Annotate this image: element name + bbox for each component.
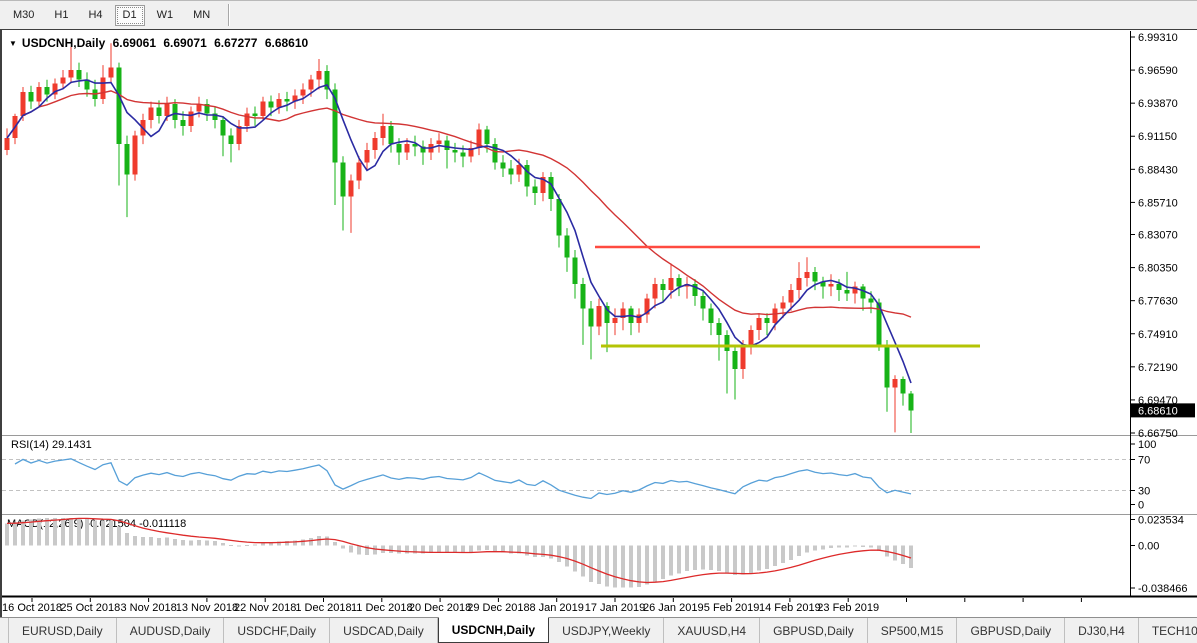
timeframe-w1-button[interactable]: W1 xyxy=(149,5,182,26)
chart-title: ▼ USDCNH,Daily 6.69061 6.69071 6.67277 6.… xyxy=(9,36,312,50)
tab-usdcad-daily[interactable]: USDCAD,Daily xyxy=(330,618,438,643)
svg-text:3 Nov 2018: 3 Nov 2018 xyxy=(120,602,176,614)
open-value: 6.69061 xyxy=(113,36,156,50)
svg-text:6.91150: 6.91150 xyxy=(1138,131,1177,143)
svg-text:70: 70 xyxy=(1138,455,1150,467)
tab-usdcnh-daily[interactable]: USDCNH,Daily xyxy=(438,617,549,643)
tab-usdchf-daily[interactable]: USDCHF,Daily xyxy=(224,618,330,643)
svg-text:6.74910: 6.74910 xyxy=(1138,329,1178,341)
svg-text:13 Nov 2018: 13 Nov 2018 xyxy=(176,602,238,614)
svg-text:14 Feb 2019: 14 Feb 2019 xyxy=(759,602,821,614)
svg-text:6.96590: 6.96590 xyxy=(1138,65,1178,77)
svg-text:6.68610: 6.68610 xyxy=(1138,405,1178,417)
svg-text:25 Oct 2018: 25 Oct 2018 xyxy=(60,602,120,614)
tab-dj30-h4[interactable]: DJ30,H4 xyxy=(1065,618,1139,643)
svg-text:1 Dec 2018: 1 Dec 2018 xyxy=(295,602,351,614)
svg-text:20 Dec 2018: 20 Dec 2018 xyxy=(409,602,471,614)
svg-text:11 Dec 2018: 11 Dec 2018 xyxy=(351,602,413,614)
timeframe-d1-button[interactable]: D1 xyxy=(115,5,145,26)
svg-text:0.00: 0.00 xyxy=(1138,541,1159,553)
rsi-indicator-label: RSI(14) 29.1431 xyxy=(11,439,92,451)
svg-text:6.99310: 6.99310 xyxy=(1138,32,1178,44)
svg-text:5 Feb 2019: 5 Feb 2019 xyxy=(704,602,760,614)
timeframe-m30-button[interactable]: M30 xyxy=(5,5,42,26)
high-value: 6.69071 xyxy=(163,36,206,50)
chart-tab-bar: EURUSD,Daily AUDUSD,Daily USDCHF,Daily U… xyxy=(0,617,1197,643)
symbol-period-label: USDCNH,Daily xyxy=(22,36,105,50)
tab-xauusd-h4[interactable]: XAUUSD,H4 xyxy=(664,618,760,643)
svg-text:16 Oct 2018: 16 Oct 2018 xyxy=(2,602,62,614)
svg-text:6.72190: 6.72190 xyxy=(1138,362,1178,374)
rsi-value: 29.1431 xyxy=(52,439,92,451)
svg-text:0: 0 xyxy=(1138,500,1144,512)
timeframe-toolbar: M30 H1 H4 D1 W1 MN xyxy=(0,0,1197,29)
mt4-window: M30 H1 H4 D1 W1 MN ▼ USDCNH,Daily 6.69061… xyxy=(0,0,1197,643)
tab-sp500-m15[interactable]: SP500,M15 xyxy=(868,618,958,643)
svg-text:6.85710: 6.85710 xyxy=(1138,197,1178,209)
svg-text:23 Feb 2019: 23 Feb 2019 xyxy=(817,602,879,614)
tab-audusd-daily[interactable]: AUDUSD,Daily xyxy=(117,618,225,643)
svg-text:6.77630: 6.77630 xyxy=(1138,296,1178,308)
svg-text:22 Nov 2018: 22 Nov 2018 xyxy=(234,602,296,614)
tab-gbpusd-daily-2[interactable]: GBPUSD,Daily xyxy=(957,618,1065,643)
chart-window: ▼ USDCNH,Daily 6.69061 6.69071 6.67277 6.… xyxy=(0,29,1197,617)
tab-gbpusd-daily[interactable]: GBPUSD,Daily xyxy=(760,618,868,643)
close-value: 6.68610 xyxy=(265,36,308,50)
low-value: 6.67277 xyxy=(214,36,257,50)
svg-text:6.88430: 6.88430 xyxy=(1138,164,1178,176)
svg-text:30: 30 xyxy=(1138,486,1150,498)
svg-text:6.83070: 6.83070 xyxy=(1138,230,1178,242)
tab-eurusd-daily[interactable]: EURUSD,Daily xyxy=(8,618,117,643)
collapse-triangle-icon[interactable]: ▼ xyxy=(9,39,17,48)
svg-text:-0.038466: -0.038466 xyxy=(1138,583,1188,595)
svg-text:8 Jan 2019: 8 Jan 2019 xyxy=(529,602,583,614)
svg-text:0.023534: 0.023534 xyxy=(1138,514,1184,526)
toolbar-separator xyxy=(228,4,230,26)
tab-tech100[interactable]: TECH100,H xyxy=(1139,618,1197,643)
svg-text:100: 100 xyxy=(1138,439,1156,451)
svg-text:6.80350: 6.80350 xyxy=(1138,263,1178,275)
svg-text:17 Jan 2019: 17 Jan 2019 xyxy=(585,602,646,614)
svg-text:6.93870: 6.93870 xyxy=(1138,98,1178,110)
timeframe-h1-button[interactable]: H1 xyxy=(46,5,76,26)
tab-usdjpy-weekly[interactable]: USDJPY,Weekly xyxy=(549,618,664,643)
svg-text:29 Dec 2018: 29 Dec 2018 xyxy=(467,602,529,614)
svg-text:26 Jan 2019: 26 Jan 2019 xyxy=(643,602,704,614)
timeframe-h4-button[interactable]: H4 xyxy=(80,5,110,26)
timeframe-mn-button[interactable]: MN xyxy=(185,5,218,26)
chart-canvas[interactable]: 16 Oct 201825 Oct 20183 Nov 201813 Nov 2… xyxy=(2,30,1197,617)
